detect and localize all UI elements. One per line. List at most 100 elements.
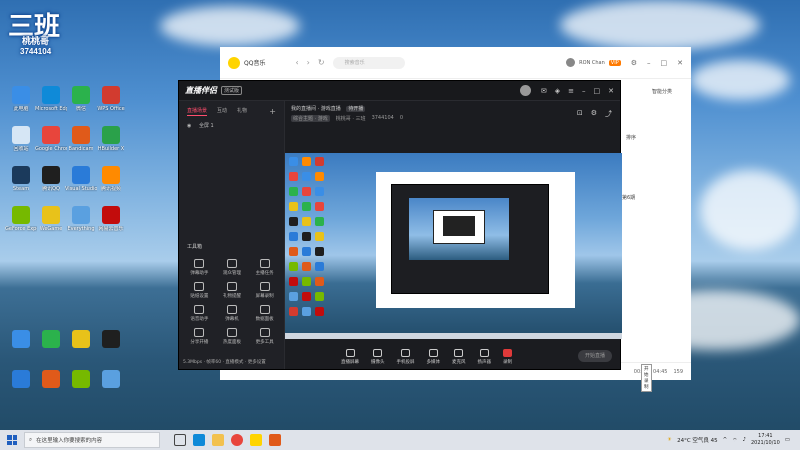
tab-scene[interactable]: 直播场景 (187, 107, 208, 116)
weather-text[interactable]: 24°C 空气良 45 (677, 436, 718, 444)
volume-icon[interactable]: ♪ (742, 437, 746, 443)
desktop-icon[interactable]: Google Chrome (35, 126, 67, 162)
desktop-icon[interactable]: Visual Studio Code (65, 166, 97, 202)
desktop-icon[interactable] (96, 330, 126, 366)
control-button[interactable]: 摄像头 (371, 349, 385, 365)
desktop-icon[interactable]: 回收站 (6, 126, 36, 162)
tool-icon (259, 305, 270, 314)
sort-label[interactable]: 排序 (626, 134, 636, 141)
task-view-icon[interactable] (174, 434, 186, 446)
live-titlebar: 直播伴侣 测试版 ✉ ◈ ≡ – □ ✕ (179, 81, 620, 101)
desktop-icon[interactable] (66, 370, 96, 406)
tool-item[interactable]: 数据面板 (248, 305, 281, 322)
desktop-icon[interactable] (36, 330, 66, 366)
tray-up-icon[interactable]: ^ (723, 437, 728, 443)
desktop-icon[interactable]: WPS Office (96, 86, 126, 122)
smart-sort[interactable]: 智能分类 (652, 88, 672, 95)
network-icon[interactable]: ⌔ (732, 437, 737, 444)
tool-icon (259, 328, 270, 337)
app-icon (102, 86, 120, 104)
lock-icon[interactable]: ⊡ (577, 109, 583, 119)
desktop-icon[interactable]: 微信 (66, 86, 96, 122)
start-live-button[interactable]: 开始直播 (578, 350, 612, 362)
add-scene-icon[interactable]: + (269, 107, 276, 116)
control-button[interactable]: 录制 (503, 349, 512, 365)
start-button[interactable] (4, 432, 20, 448)
qq-music-taskbar-icon[interactable] (250, 434, 262, 446)
gift-icon[interactable]: ◈ (555, 87, 560, 95)
chrome-icon[interactable] (231, 434, 243, 446)
tool-item[interactable]: 弹幕机 (216, 305, 249, 322)
qq-user-area[interactable]: RON Chan VIP ⚙ – □ ✕ (566, 58, 683, 67)
settings-icon[interactable]: ⚙ (631, 59, 637, 67)
desktop-icon[interactable]: 腾讯视频 (96, 166, 126, 202)
desktop-icon[interactable]: HBuilder X (96, 126, 126, 162)
tab-gift[interactable]: 礼物 (237, 107, 247, 116)
desktop-icon[interactable]: 此电脑 (6, 86, 36, 122)
avatar[interactable] (519, 85, 531, 96)
control-button[interactable]: 扬声器 (477, 349, 492, 365)
forward-arrow-icon[interactable]: › (307, 58, 310, 67)
tool-item[interactable]: 礼物提醒 (216, 282, 249, 299)
desktop-icon[interactable]: GeForce Experience (5, 206, 37, 242)
back-arrow-icon[interactable]: ‹ (295, 58, 298, 67)
desktop-icon[interactable]: Everything (66, 206, 96, 242)
control-button[interactable]: 多媒体 (427, 349, 440, 365)
tool-icon (194, 282, 205, 291)
qq-search-input[interactable]: 搜索音乐 (332, 56, 405, 69)
live-assistant-window[interactable]: 直播伴侣 测试版 ✉ ◈ ≡ – □ ✕ 直播场景 互动 礼物 + ◉ 全屏 1… (178, 80, 652, 392)
stream-preview[interactable] (285, 153, 622, 339)
avatar[interactable] (566, 58, 576, 67)
desktop-icon[interactable] (6, 370, 36, 406)
tool-item[interactable]: 更多工具 (248, 328, 281, 345)
close-icon[interactable]: ✕ (677, 59, 683, 67)
tool-item[interactable]: 语音助手 (183, 305, 216, 322)
menu-icon[interactable]: ≡ (568, 87, 574, 95)
scene-item[interactable]: ◉ 全屏 1 (179, 118, 284, 133)
explorer-icon[interactable] (212, 434, 224, 446)
tool-item[interactable]: 热度面板 (216, 328, 249, 345)
desktop-icon[interactable] (66, 330, 96, 366)
maximize-icon[interactable]: □ (594, 87, 601, 95)
settings-icon[interactable]: ⚙ (591, 109, 597, 119)
preview-desktop-icon (302, 307, 311, 316)
desktop-icon[interactable] (6, 330, 36, 366)
live-assistant-taskbar-icon[interactable] (269, 434, 281, 446)
desktop-icon[interactable] (96, 370, 126, 406)
taskbar-search[interactable]: ⌕ 在这里输入你要搜索的内容 (24, 432, 160, 448)
tool-item[interactable]: 观众管理 (216, 259, 249, 276)
control-button[interactable]: 麦克风 (452, 349, 466, 365)
tab-interact[interactable]: 互动 (217, 107, 227, 116)
source-controls: 直播屏幕 摄像头 手机投屏 多媒体 麦克风 扬声器 录制 (285, 343, 622, 371)
preview-desktop-icon (289, 217, 298, 226)
tool-item[interactable]: 屏幕录制 (248, 282, 281, 299)
share-icon[interactable]: ⤴ (605, 109, 612, 119)
weather-icon[interactable]: ☀ (667, 437, 672, 443)
desktop-icon[interactable] (36, 370, 66, 406)
minimize-icon[interactable]: – (647, 59, 651, 67)
tool-item[interactable]: 分享开播 (183, 328, 216, 345)
notification-icon[interactable]: ▭ (785, 437, 790, 443)
control-button[interactable]: 手机投屏 (397, 349, 415, 365)
refresh-icon[interactable]: ↻ (318, 58, 325, 67)
maximize-icon[interactable]: □ (661, 59, 668, 67)
desktop-icon[interactable]: Bandicam (66, 126, 96, 162)
message-icon[interactable]: ✉ (541, 87, 547, 95)
edge-icon[interactable] (193, 434, 205, 446)
desktop-icon[interactable]: Steam (6, 166, 36, 202)
control-label: 扬声器 (477, 360, 492, 365)
tool-item[interactable]: 弹幕助手 (183, 259, 216, 276)
eye-icon[interactable]: ◉ (187, 123, 191, 129)
desktop-icon[interactable]: 腾讯QQ (36, 166, 66, 202)
desktop-icon-label: Microsoft Edge (35, 106, 67, 112)
desktop-icon[interactable]: WeGame (36, 206, 66, 242)
room-tag[interactable]: 综合主题 · 游戏 (291, 115, 330, 122)
tool-item[interactable]: 主播任务 (248, 259, 281, 276)
control-button[interactable]: 直播屏幕 (341, 349, 359, 365)
minimize-icon[interactable]: – (582, 87, 586, 95)
clock[interactable]: 17:41 2021/10/10 (751, 433, 780, 447)
close-icon[interactable]: ✕ (608, 87, 614, 95)
desktop-icon[interactable]: 网易云音乐 (96, 206, 126, 242)
desktop-icon[interactable]: Microsoft Edge (35, 86, 67, 122)
tool-item[interactable]: 贴纸设置 (183, 282, 216, 299)
